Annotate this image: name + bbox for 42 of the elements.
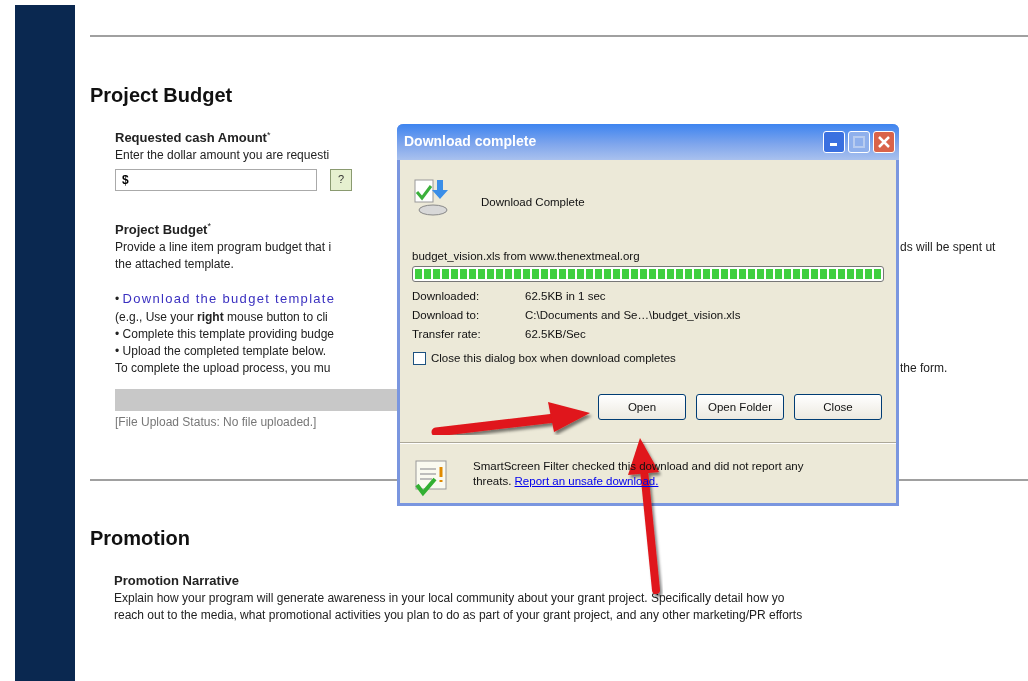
dialog-heading: Download Complete bbox=[481, 194, 585, 210]
instruction-text: • Upload the completed template below. bbox=[115, 343, 327, 361]
checkbox[interactable] bbox=[413, 351, 426, 365]
instruction-text: ds will be spent ut bbox=[900, 239, 996, 257]
detail-value: 62.5KB/Sec bbox=[525, 326, 586, 342]
detail-label: Download to: bbox=[412, 307, 481, 323]
list-item-text: • Download the budget template bbox=[115, 290, 337, 309]
field-label: Promotion Narrative bbox=[114, 571, 240, 590]
field-hint: Enter the dollar amount you are requesti bbox=[115, 147, 331, 164]
detail-value: C:\Documents and Se…\budget_vision.xls bbox=[525, 307, 741, 323]
field-label: Project Budget$^{*}$ bbox=[115, 221, 212, 239]
maximize-button[interactable] bbox=[848, 131, 870, 153]
close-button[interactable] bbox=[873, 131, 895, 153]
download-icon bbox=[413, 178, 451, 218]
dialog-button[interactable]: Open Folder bbox=[696, 394, 784, 421]
section-heading: Project Budget bbox=[90, 83, 234, 107]
help-button[interactable]: ? bbox=[330, 169, 352, 191]
instruction-text: (e.g., Use your right mouse button to cli bbox=[115, 309, 329, 327]
dialog-button[interactable]: Close bbox=[794, 394, 882, 421]
section-heading: Promotion bbox=[90, 525, 191, 550]
instruction-text: Provide a line item program budget that i bbox=[115, 239, 333, 257]
shield-check-icon bbox=[414, 459, 450, 498]
checkbox-label: Close this dialog box when download completes bbox=[431, 351, 676, 367]
instruction-text: the attached template. bbox=[115, 256, 235, 274]
instruction-text: • Complete this template providing budge bbox=[115, 326, 335, 344]
detail-value: 62.5KB in 1 sec bbox=[525, 288, 606, 304]
minimize-button[interactable] bbox=[823, 131, 845, 153]
window-title: Download complete bbox=[404, 132, 538, 152]
maximize-icon bbox=[853, 136, 865, 148]
upload-status: [File Upload Status: No file uploaded.] bbox=[115, 414, 318, 431]
instruction-text: the form. bbox=[900, 360, 948, 378]
download-source: budget_vision.xls from www.thenextmeal.org bbox=[412, 249, 641, 264]
close-icon bbox=[878, 136, 890, 148]
template-link[interactable]: Download the budget template bbox=[122, 291, 336, 307]
description-text: Explain how your program will generate awareness in your local community about your grant project. Specifically detail how yo bbox=[114, 590, 786, 607]
description-text: reach out to the media, what promotional activities you plan to do as part of your grant project, and any other marketing/PR efforts bbox=[114, 606, 804, 624]
amount-field[interactable]: $ bbox=[115, 169, 317, 191]
detail-label: Downloaded: bbox=[412, 288, 481, 304]
instruction-text: To complete the upload process, you mu bbox=[115, 360, 332, 378]
detail-label: Transfer rate: bbox=[412, 326, 482, 342]
dialog-button[interactable]: Open bbox=[598, 394, 686, 421]
field-label: Requested cash Amount$^{*}$ bbox=[115, 129, 272, 147]
